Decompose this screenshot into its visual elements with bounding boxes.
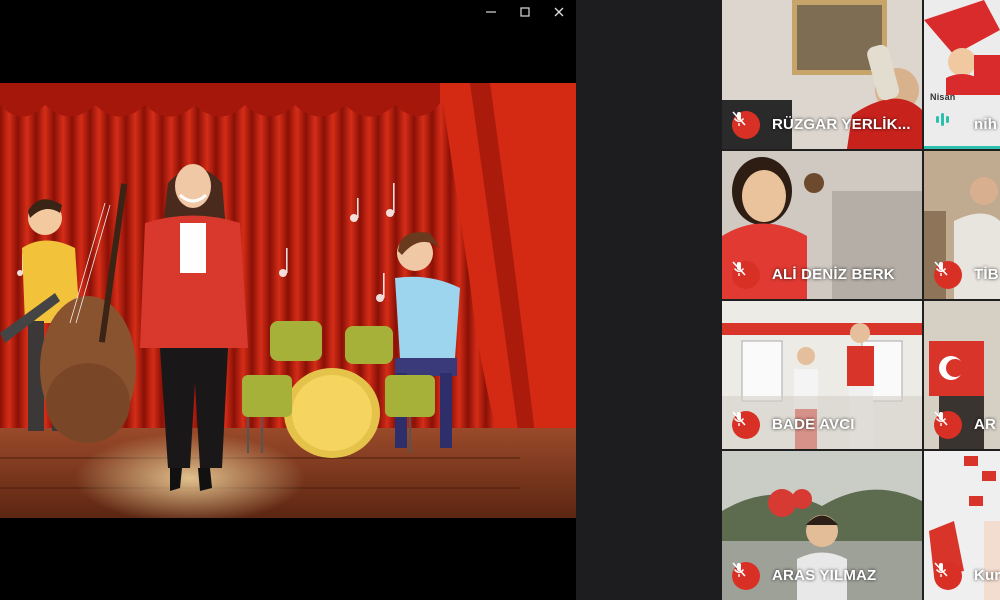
participant-name: ALİ DENİZ BERK (772, 266, 895, 283)
participant-tile[interactable]: BADE AVCI (722, 301, 922, 449)
participant-tile[interactable]: Nisan nih (924, 0, 1000, 149)
participant-tile[interactable]: RÜZGAR YERLİK... (722, 0, 922, 149)
mic-muted-icon (934, 562, 962, 590)
close-button[interactable] (542, 0, 576, 24)
mic-muted-icon (934, 261, 962, 289)
shared-video-stage (0, 83, 576, 518)
minimize-icon (486, 11, 496, 13)
close-icon (554, 7, 564, 17)
mic-muted-icon (732, 562, 760, 590)
maximize-icon (520, 7, 530, 17)
tile-caption: Nisan (930, 92, 956, 102)
participant-tile[interactable]: ALİ DENİZ BERK (722, 151, 922, 299)
speaking-indicator-icon (934, 111, 962, 139)
presentation-window (0, 0, 576, 600)
participant-tile[interactable]: AR (924, 301, 1000, 449)
participant-name: RÜZGAR YERLİK... (772, 116, 911, 133)
participant-name: Kur (974, 567, 1000, 584)
participant-name: AR (974, 416, 997, 433)
maximize-button[interactable] (508, 0, 542, 24)
participant-name: TİB (974, 266, 999, 283)
participant-tile[interactable]: Kur (924, 451, 1000, 600)
participant-grid: RÜZGAR YERLİK... Nisan nih ALİ DENİZ BER… (722, 0, 1000, 600)
participant-name: ARAS YILMAZ (772, 567, 877, 584)
mic-muted-icon (732, 111, 760, 139)
mic-muted-icon (732, 261, 760, 289)
participant-tile[interactable]: ARAS YILMAZ (722, 451, 922, 600)
window-controls (474, 0, 576, 24)
mic-muted-icon (934, 411, 962, 439)
stage-scene (0, 83, 576, 518)
mic-muted-icon (732, 411, 760, 439)
participant-tile[interactable]: TİB (924, 151, 1000, 299)
participant-name: nih (974, 116, 998, 133)
minimize-button[interactable] (474, 0, 508, 24)
divider-panel (576, 0, 722, 600)
participant-name: BADE AVCI (772, 416, 855, 433)
